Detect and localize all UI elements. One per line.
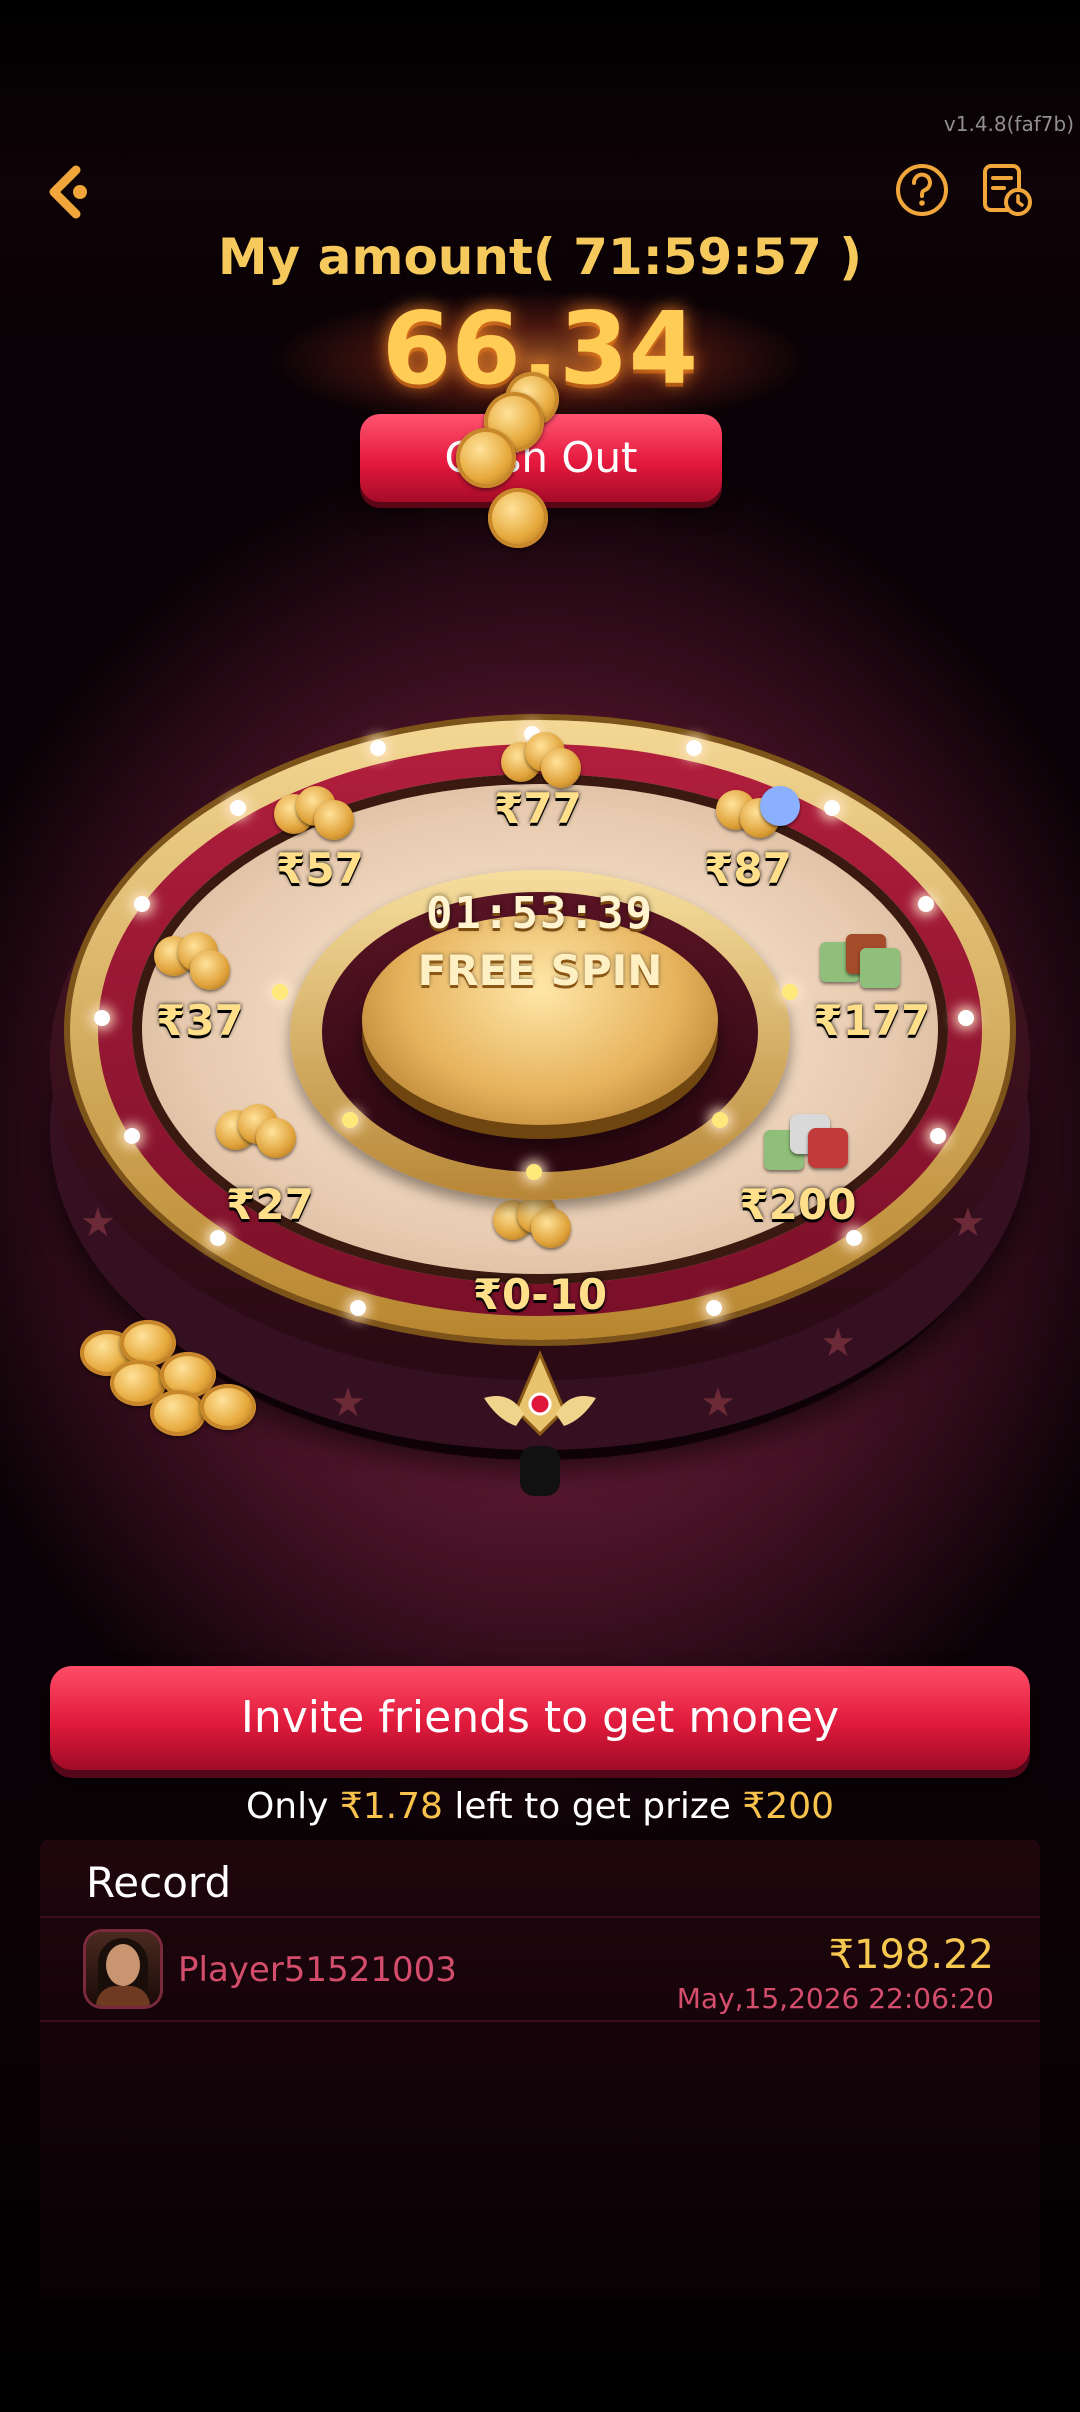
rim-light <box>930 1128 946 1144</box>
spin-timer: 01:53:39 <box>426 888 654 939</box>
prize-progress-text: Only ₹1.78 left to get prize ₹200 <box>0 1786 1080 1827</box>
rim-light <box>824 800 840 816</box>
prize-27: ₹27 <box>226 1180 314 1229</box>
record-row: Player51521003 ₹198.22 May,15,2026 22:06… <box>40 1920 1040 2020</box>
coin-pile-icon <box>80 1300 270 1440</box>
question-icon <box>896 164 948 216</box>
star-icon: ★ <box>330 1380 366 1426</box>
coins-gems-87-icon <box>710 780 800 840</box>
progress-prize-amount: ₹200 <box>742 1786 835 1827</box>
coin-icon <box>456 428 516 488</box>
free-spin-label: FREE SPIN <box>417 946 663 995</box>
record-amount: ₹198.22 <box>828 1932 994 1978</box>
progress-prefix: Only <box>245 1786 340 1827</box>
prize-57: ₹57 <box>276 844 364 893</box>
cash-chest-177-icon <box>810 928 900 988</box>
star-icon: ★ <box>820 1320 856 1366</box>
star-icon: ★ <box>700 1380 736 1426</box>
amount-title: My amount( 71:59:57 ) <box>217 228 863 286</box>
invite-friends-button[interactable]: Invite friends to get money <box>50 1666 1030 1770</box>
rim-light <box>134 896 150 912</box>
inner-light <box>272 984 288 1000</box>
help-button[interactable] <box>892 160 952 220</box>
record-divider <box>40 2020 1040 2022</box>
wheel-pointer-icon <box>484 1350 596 1496</box>
coin-icon <box>488 488 548 548</box>
progress-left-amount: ₹1.78 <box>339 1786 443 1827</box>
rim-light <box>230 800 246 816</box>
prize-37: ₹37 <box>156 996 244 1045</box>
record-time: May,15,2026 22:06:20 <box>676 1982 994 2015</box>
coins-77-icon <box>495 728 585 788</box>
version-label: v1.4.8(faf7b) <box>943 112 1074 136</box>
record-title: Record <box>86 1858 232 1907</box>
inner-light <box>712 1112 728 1128</box>
rim-light <box>846 1230 862 1246</box>
inner-light <box>342 1112 358 1128</box>
rim-light <box>370 740 386 756</box>
inner-light <box>526 1164 542 1180</box>
star-icon: ★ <box>80 1200 116 1246</box>
prize-77: ₹77 <box>494 784 582 833</box>
rim-light <box>94 1010 110 1026</box>
prize-0-10: ₹0-10 <box>472 1270 608 1319</box>
rim-light <box>686 740 702 756</box>
star-icon: ★ <box>950 1200 986 1246</box>
cash-box-200-icon <box>760 1110 850 1170</box>
rim-light <box>706 1300 722 1316</box>
rim-light <box>918 896 934 912</box>
player-name: Player51521003 <box>178 1950 457 1990</box>
document-clock-icon <box>983 164 1032 216</box>
rim-light <box>350 1300 366 1316</box>
history-button[interactable] <box>976 160 1036 220</box>
prize-200: ₹200 <box>739 1180 857 1229</box>
progress-middle: left to get prize <box>442 1786 743 1827</box>
inner-light <box>782 984 798 1000</box>
record-divider <box>40 1916 1040 1918</box>
rim-light <box>124 1128 140 1144</box>
prize-wheel: ₹77 ₹87 ₹177 ₹200 ₹0-10 ₹27 ₹37 ₹57 01:5… <box>40 700 1040 1520</box>
prize-87: ₹87 <box>704 844 792 893</box>
coins-27-icon <box>212 1100 302 1160</box>
record-panel: Record Player51521003 ₹198.22 May,15,202… <box>40 1840 1040 2300</box>
rim-light <box>210 1230 226 1246</box>
back-arrow-icon <box>49 165 87 219</box>
back-button[interactable] <box>40 160 104 224</box>
coins-37-icon <box>150 930 240 990</box>
prize-177: ₹177 <box>813 996 931 1045</box>
coins-57-icon <box>270 784 360 844</box>
avatar <box>86 1932 160 2006</box>
